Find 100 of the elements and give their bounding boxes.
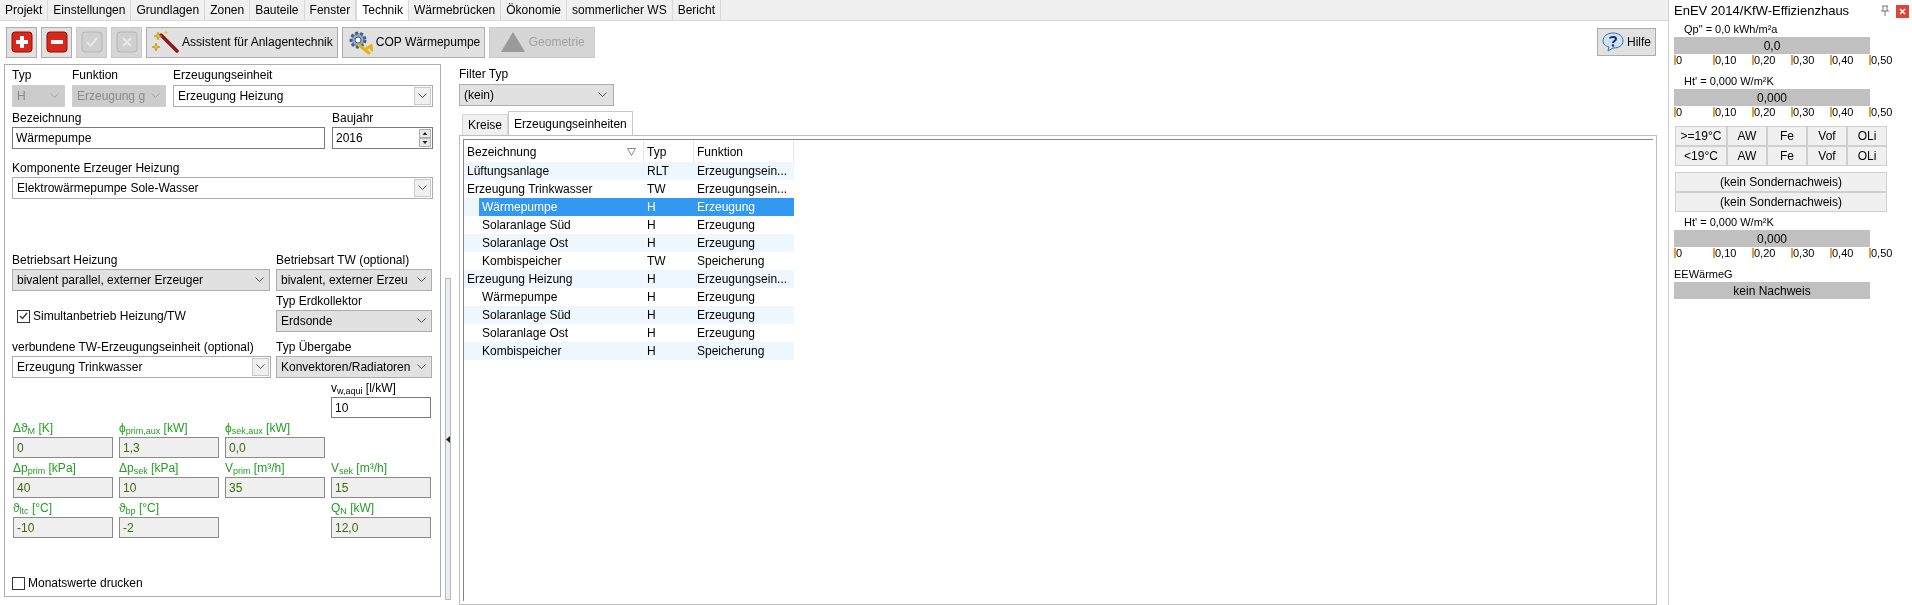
dropdown[interactable]: Konvektoren/Radiatoren <box>276 356 432 378</box>
parameter-field[interactable]: 10 <box>119 477 219 498</box>
combo-box[interactable]: Elektrowärmepumpe Sole-Wasser <box>12 177 433 199</box>
chevron-down-icon <box>598 92 607 98</box>
parameter-field[interactable]: 1,3 <box>119 437 219 458</box>
proof-button[interactable]: (kein Sondernachweis) <box>1675 192 1887 212</box>
component-cell[interactable]: OLi <box>1847 146 1887 166</box>
scale-label: 0,10 <box>1715 106 1737 118</box>
checkbox[interactable] <box>17 309 30 323</box>
component-cell[interactable]: AW <box>1727 126 1767 146</box>
parameter-field[interactable]: -2 <box>119 517 219 538</box>
field-label: Baujahr <box>332 111 375 126</box>
spin-field[interactable]: 2016 <box>332 127 433 149</box>
help-button[interactable]: Hilfe <box>1597 28 1656 56</box>
column-header[interactable]: Bezeichnung <box>464 141 644 162</box>
table-cell-text: Erzeugung <box>696 217 757 234</box>
scale-tick <box>1791 248 1793 258</box>
table-cell-text: Wärmepumpe <box>481 199 559 216</box>
column-header[interactable]: Typ <box>644 141 694 162</box>
parameter-field[interactable]: 35 <box>225 477 325 498</box>
scale-label: 0,50 <box>1871 106 1893 118</box>
scale-tick <box>1791 107 1793 117</box>
parameter-field[interactable]: 0 <box>13 437 113 458</box>
dropdown[interactable]: bivalent, externer Erzeu <box>276 269 432 291</box>
scale-label: 0,10 <box>1715 247 1737 259</box>
toolbar-button[interactable] <box>6 26 37 58</box>
splitter-handle[interactable] <box>445 278 451 600</box>
field-label: Typ Erdkollektor <box>276 294 364 309</box>
toolbar-button[interactable]: Assistent für Anlagentechnik <box>146 26 338 58</box>
proof-button[interactable]: (kein Sondernachweis) <box>1675 172 1887 192</box>
scale-label: 0 <box>1676 247 1683 259</box>
table-cell-text: Solaranlage Süd <box>481 217 572 234</box>
component-cell[interactable]: AW <box>1727 146 1767 166</box>
scale-label: 0,40 <box>1832 247 1854 259</box>
component-cell[interactable]: Vof <box>1807 126 1847 146</box>
parameter-label: V$_{prim}$ [m³/h] <box>225 460 286 477</box>
spinner-arrows-icon <box>419 129 431 147</box>
scale-tick <box>1674 55 1676 65</box>
field-label: verbundene TW-Erzeugungseinheit (optional) <box>12 340 255 355</box>
component-cell[interactable]: Vof <box>1807 146 1847 166</box>
parameter-label: ϕ$_{prim,aux}$ [kW] <box>119 420 189 437</box>
component-cell[interactable]: Fe <box>1767 146 1807 166</box>
scale-label: 0 <box>1676 106 1683 118</box>
check-icon <box>80 31 103 53</box>
tab[interactable]: Kreise <box>462 114 508 135</box>
tab[interactable]: Erzeugungseinheiten <box>508 111 633 135</box>
filter-dropdown[interactable]: (kein) <box>459 84 614 106</box>
table-cell-text: Lüftungsanlage <box>466 163 551 180</box>
dropdown[interactable]: Erdsonde <box>276 310 432 332</box>
table-cell-text: Erzeugung <box>696 289 757 306</box>
tree-row[interactable]: Solaranlage Ost H Erzeugung <box>464 234 794 252</box>
column-header[interactable]: Funktion <box>694 141 794 162</box>
scale-tick <box>1752 107 1754 117</box>
parameter-field[interactable]: 0,0 <box>225 437 325 458</box>
parameter-field[interactable]: -10 <box>13 517 113 538</box>
scale-label: 0,30 <box>1793 54 1815 66</box>
scale-tick <box>1713 107 1715 117</box>
tab[interactable]: Technik <box>356 0 409 20</box>
field-label: Erzeugungseinheit <box>173 68 274 83</box>
checkbox-label: Simultanbetrieb Heizung/TW <box>33 308 186 325</box>
scale-label: 0 <box>1676 54 1683 66</box>
tree-row[interactable]: Erzeugung Heizung H Erzeugungsein... <box>464 270 794 288</box>
tree-row[interactable]: Solaranlage Süd H Erzeugung <box>464 306 794 324</box>
field-label: Komponente Erzeuger Heizung <box>12 161 181 176</box>
checkbox[interactable] <box>12 576 25 590</box>
temperature-cell[interactable]: <19°C <box>1675 146 1727 166</box>
parameter-field[interactable]: 12,0 <box>331 517 431 538</box>
parameter-field[interactable]: 15 <box>331 477 431 498</box>
parameter-field[interactable]: 10 <box>331 397 431 418</box>
dropdown[interactable]: bivalent parallel, externer Erzeuger <box>12 269 270 291</box>
combo-box[interactable]: Erzeugung Trinkwasser <box>12 356 271 378</box>
table-cell-text: Erzeugung <box>696 307 757 324</box>
parameter-label: ϕ$_{sek,aux}$ [kW] <box>225 420 292 437</box>
chevron-down-icon <box>418 93 427 99</box>
component-cell[interactable]: OLi <box>1847 126 1887 146</box>
tree-row[interactable]: Kombispeicher H Speicherung <box>464 342 794 360</box>
pin-icon[interactable] <box>1880 5 1890 17</box>
scale-tick <box>1869 248 1871 258</box>
text-field[interactable]: Wärmepumpe <box>12 127 325 149</box>
parameter-field[interactable]: 40 <box>13 477 113 498</box>
component-cell[interactable]: Fe <box>1767 126 1807 146</box>
scale-tick <box>1830 248 1832 258</box>
table-cell-text: TW <box>646 253 667 270</box>
temperature-cell[interactable]: >=19°C <box>1675 126 1727 146</box>
toolbar-button[interactable]: COP Wärmepumpe <box>341 26 486 58</box>
chevron-down-icon <box>417 277 426 283</box>
toolbar-button[interactable] <box>41 26 72 58</box>
tree-row[interactable]: Lüftungsanlage RLT Erzeugungsein... <box>464 162 794 180</box>
table-cell-text: Erzeugung Trinkwasser <box>466 181 594 198</box>
table-cell-text: Kombispeicher <box>481 253 563 270</box>
scale-label: 0,30 <box>1793 106 1815 118</box>
table-cell-text: H <box>646 343 657 360</box>
parameter-label: V$_{sek}$ [m³/h] <box>331 460 389 477</box>
combo-box[interactable]: Erzeugung Heizung <box>173 85 433 107</box>
table-cell-text: Erzeugung <box>696 235 757 252</box>
status-bar: kein Nachweis <box>1674 282 1870 299</box>
filter-icon <box>627 147 636 156</box>
triangle-icon <box>499 31 526 53</box>
close-icon[interactable] <box>1896 4 1909 18</box>
table-cell-text: Erzeugung Heizung <box>466 271 574 288</box>
